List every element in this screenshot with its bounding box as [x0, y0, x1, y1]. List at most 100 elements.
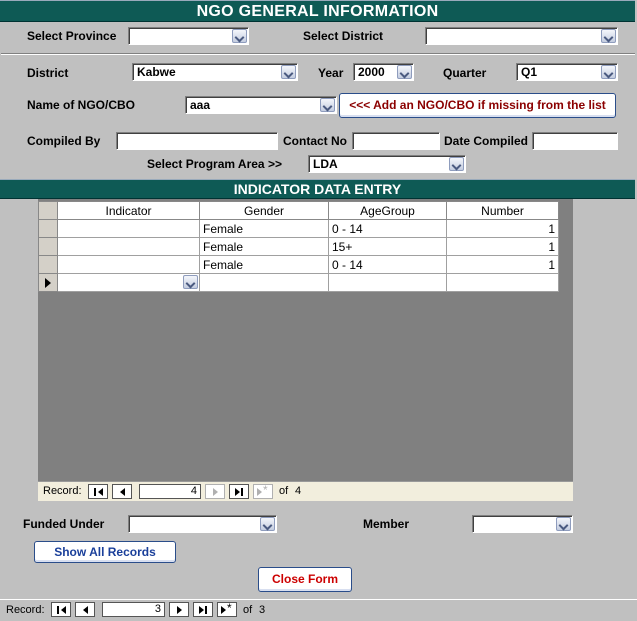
table-row[interactable]: Female 0 - 14 1: [38, 219, 559, 238]
cell-number[interactable]: 1: [446, 237, 559, 256]
main-next-record-button[interactable]: [169, 602, 189, 617]
quarter-select[interactable]: Q1: [516, 63, 618, 81]
indicator-section-title: INDICATOR DATA ENTRY: [0, 179, 635, 199]
cell-indicator[interactable]: [57, 237, 200, 256]
cell-gender-new[interactable]: [199, 273, 329, 292]
col-header-number[interactable]: Number: [446, 201, 559, 220]
chevron-down-icon[interactable]: [183, 275, 198, 289]
main-total-records: 3: [259, 604, 266, 616]
sub-current-record-input[interactable]: 4: [139, 484, 201, 499]
main-prev-record-button[interactable]: [75, 602, 95, 617]
compiled-by-label: Compiled By: [27, 134, 101, 148]
quarter-value: Q1: [521, 65, 538, 79]
cell-indicator[interactable]: [57, 255, 200, 274]
cell-agegroup[interactable]: 0 - 14: [328, 255, 447, 274]
chevron-down-icon[interactable]: [232, 29, 247, 43]
last-record-button[interactable]: [229, 484, 249, 499]
main-of-label: of: [243, 604, 253, 616]
main-first-record-button[interactable]: [51, 602, 71, 617]
sub-total-records: 4: [295, 485, 302, 497]
chevron-down-icon[interactable]: [397, 65, 412, 79]
cell-gender[interactable]: Female: [199, 255, 329, 274]
member-select[interactable]: [472, 515, 573, 533]
asterisk-icon: *: [263, 483, 268, 497]
year-label: Year: [318, 66, 344, 80]
chevron-down-icon[interactable]: [601, 29, 616, 43]
funded-label: Funded Under: [23, 517, 105, 531]
col-header-indicator[interactable]: Indicator: [57, 201, 200, 220]
table-row[interactable]: Female 0 - 14 1: [38, 255, 559, 274]
ngo-value: aaa: [190, 98, 211, 112]
member-label: Member: [363, 517, 410, 531]
sub-record-label: Record:: [43, 485, 82, 497]
close-form-button[interactable]: Close Form: [258, 567, 352, 592]
show-all-records-button[interactable]: Show All Records: [34, 541, 176, 563]
ngo-label: Name of NGO/CBO: [27, 98, 136, 112]
row-selector[interactable]: [38, 219, 58, 238]
chevron-down-icon[interactable]: [260, 517, 275, 531]
cell-agegroup[interactable]: 0 - 14: [328, 219, 447, 238]
contact-input[interactable]: [352, 132, 440, 150]
district-label: District: [27, 66, 69, 80]
main-record-label: Record:: [6, 604, 45, 616]
quarter-label: Quarter: [443, 66, 487, 80]
district-filter-label: Select District: [303, 29, 384, 43]
table-row[interactable]: Female 15+ 1: [38, 237, 559, 256]
funded-select[interactable]: [128, 515, 277, 533]
cell-number[interactable]: 1: [446, 255, 559, 274]
chevron-down-icon[interactable]: [320, 98, 335, 112]
year-value: 2000: [358, 65, 385, 79]
year-select[interactable]: 2000: [353, 63, 414, 81]
current-record-arrow-icon: [45, 278, 51, 288]
new-record-button[interactable]: *: [253, 483, 273, 499]
sub-of-label: of: [279, 485, 289, 497]
contact-label: Contact No: [283, 134, 347, 148]
date-label: Date Compiled: [444, 134, 529, 148]
program-label: Select Program Area >>: [147, 157, 282, 171]
chevron-down-icon[interactable]: [449, 157, 464, 171]
next-record-button[interactable]: [205, 484, 225, 499]
row-selector[interactable]: [38, 237, 58, 256]
col-header-gender[interactable]: Gender: [199, 201, 329, 220]
subform-record-navigator: Record: 4 * of 4: [38, 481, 573, 501]
main-last-record-button[interactable]: [193, 602, 213, 617]
cell-indicator[interactable]: [57, 219, 200, 238]
district-filter-select[interactable]: [425, 27, 618, 45]
first-record-button[interactable]: [88, 484, 108, 499]
cell-agegroup[interactable]: 15+: [328, 237, 447, 256]
province-select[interactable]: [128, 27, 249, 45]
program-select[interactable]: LDA: [308, 155, 466, 173]
cell-number-new[interactable]: [446, 273, 559, 292]
cell-number[interactable]: 1: [446, 219, 559, 238]
chevron-down-icon[interactable]: [281, 65, 296, 79]
cell-indicator-new[interactable]: [57, 273, 200, 292]
district-value: Kabwe: [137, 65, 176, 79]
row-selector-header: [38, 201, 58, 220]
province-label: Select Province: [27, 29, 117, 43]
compiled-by-input[interactable]: [116, 132, 278, 150]
prev-record-button[interactable]: [112, 484, 132, 499]
row-selector[interactable]: [38, 255, 58, 274]
table-row-new[interactable]: [38, 273, 559, 292]
program-value: LDA: [313, 157, 338, 171]
main-current-record-input[interactable]: 3: [102, 602, 165, 617]
section-divider: [1, 53, 635, 55]
indicator-datasheet: Indicator Gender AgeGroup Number Female …: [38, 199, 573, 501]
add-ngo-button[interactable]: <<< Add an NGO/CBO if missing from the l…: [339, 93, 616, 118]
cell-gender[interactable]: Female: [199, 219, 329, 238]
chevron-down-icon[interactable]: [601, 65, 616, 79]
ngo-select[interactable]: aaa: [185, 96, 337, 114]
form-title: NGO GENERAL INFORMATION: [0, 0, 635, 22]
asterisk-icon: *: [227, 601, 232, 615]
col-header-agegroup[interactable]: AgeGroup: [328, 201, 447, 220]
table-header-row: Indicator Gender AgeGroup Number: [38, 201, 559, 220]
indicator-table: Indicator Gender AgeGroup Number Female …: [38, 201, 559, 292]
district-select[interactable]: Kabwe: [132, 63, 298, 81]
current-row-selector[interactable]: [38, 273, 58, 292]
cell-gender[interactable]: Female: [199, 237, 329, 256]
main-record-navigator: Record: 3 * of 3: [0, 599, 637, 621]
chevron-down-icon[interactable]: [556, 517, 571, 531]
date-input[interactable]: [532, 132, 618, 150]
cell-agegroup-new[interactable]: [328, 273, 447, 292]
main-new-record-button[interactable]: *: [217, 601, 237, 617]
